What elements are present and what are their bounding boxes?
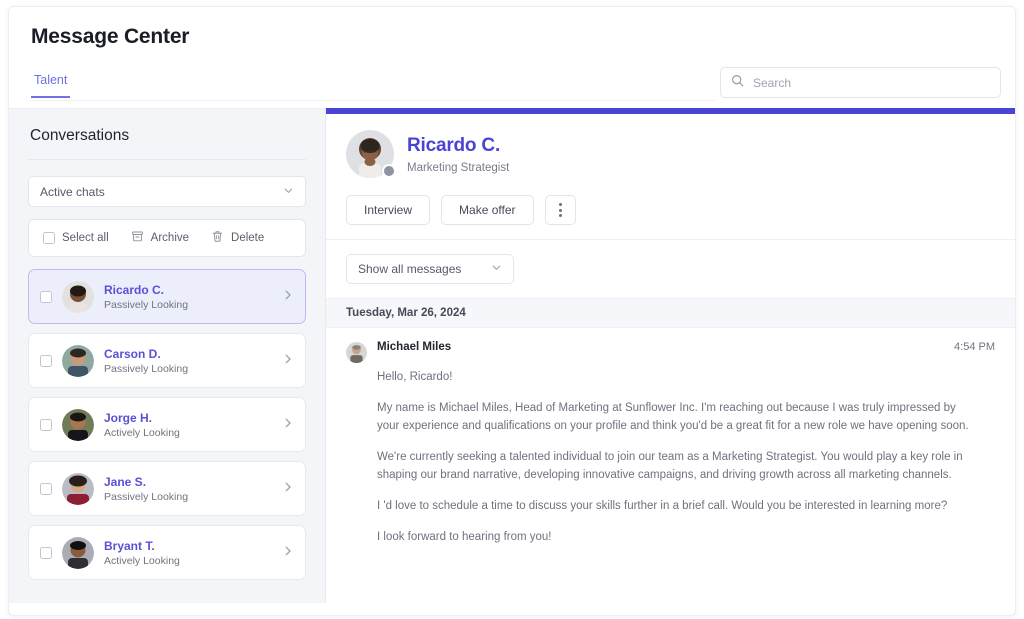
chevron-right-icon[interactable] <box>282 353 294 368</box>
conversation-name: Carson D. <box>104 347 272 361</box>
message-header: Michael Miles 4:54 PM <box>346 341 995 363</box>
trash-icon <box>211 230 224 246</box>
status-indicator-dot <box>382 164 396 178</box>
conversation-name: Jane S. <box>104 475 272 489</box>
conversation-checkbox[interactable] <box>40 355 52 367</box>
sender-avatar <box>346 342 367 363</box>
body-split: Conversations Active chats Select all <box>9 108 1015 603</box>
profile-row: Ricardo C. Marketing Strategist <box>346 130 995 178</box>
tabbar-row: Talent <box>9 63 1015 108</box>
more-options-button[interactable] <box>545 195 576 225</box>
conversation-list-item[interactable]: Ricardo C. Passively Looking <box>28 269 306 324</box>
conversation-checkbox[interactable] <box>40 291 52 303</box>
select-all-label: Select all <box>62 232 109 244</box>
select-all-control[interactable]: Select all <box>43 232 109 244</box>
interview-button[interactable]: Interview <box>346 195 430 225</box>
message-item: Michael Miles 4:54 PM Hello, Ricardo! My… <box>326 328 1015 546</box>
message-paragraphs: My name is Michael Miles, Head of Market… <box>377 399 995 546</box>
message-paragraph: We're currently seeking a talented indiv… <box>377 448 977 484</box>
select-all-checkbox[interactable] <box>43 232 55 244</box>
profile-info: Ricardo C. Marketing Strategist <box>407 135 509 174</box>
chevron-down-icon <box>491 262 502 276</box>
message-paragraph: I look forward to hearing from you! <box>377 528 977 546</box>
chevron-right-icon[interactable] <box>282 545 294 560</box>
conversation-status: Actively Looking <box>104 555 272 567</box>
conversation-name: Ricardo C. <box>104 283 272 297</box>
conversation-avatar <box>62 281 94 313</box>
make-offer-button[interactable]: Make offer <box>441 195 533 225</box>
conversation-text: Bryant T. Actively Looking <box>104 539 272 567</box>
list-action-bar: Select all Archive <box>28 219 306 257</box>
conversations-sidebar: Conversations Active chats Select all <box>9 108 326 603</box>
page-card: Message Center Talent Conversations Acti… <box>8 6 1016 616</box>
tabbar-divider <box>31 100 715 101</box>
conversation-text: Carson D. Passively Looking <box>104 347 272 375</box>
conversation-text: Jorge H. Actively Looking <box>104 411 272 439</box>
active-chats-label: Active chats <box>40 185 105 199</box>
conversation-list-item[interactable]: Jane S. Passively Looking <box>28 461 306 516</box>
date-divider: Tuesday, Mar 26, 2024 <box>326 298 1015 328</box>
conversation-list-item[interactable]: Bryant T. Actively Looking <box>28 525 306 580</box>
active-chats-select[interactable]: Active chats <box>28 176 306 207</box>
message-sender: Michael Miles <box>377 341 944 353</box>
archive-icon <box>131 230 144 246</box>
conversation-list-item[interactable]: Jorge H. Actively Looking <box>28 397 306 452</box>
profile-avatar <box>346 130 394 178</box>
conversation-avatar <box>62 409 94 441</box>
tab-list: Talent <box>31 71 70 98</box>
message-paragraph: My name is Michael Miles, Head of Market… <box>377 399 977 435</box>
profile-block: Ricardo C. Marketing Strategist Intervie… <box>326 114 1015 240</box>
more-vertical-icon <box>559 203 562 217</box>
conversation-panel: Ricardo C. Marketing Strategist Intervie… <box>326 108 1015 603</box>
archive-label: Archive <box>151 232 189 244</box>
conversation-text: Ricardo C. Passively Looking <box>104 283 272 311</box>
conversation-avatar <box>62 537 94 569</box>
delete-label: Delete <box>231 232 264 244</box>
conversation-status: Actively Looking <box>104 427 272 439</box>
message-filter-block: Show all messages <box>326 240 1015 298</box>
message-sender-block: Michael Miles <box>377 341 944 353</box>
conversation-list-item[interactable]: Carson D. Passively Looking <box>28 333 306 388</box>
conversation-avatar <box>62 345 94 377</box>
delete-button[interactable]: Delete <box>211 230 264 246</box>
conversation-status: Passively Looking <box>104 299 272 311</box>
conversation-text: Jane S. Passively Looking <box>104 475 272 503</box>
conversations-title: Conversations <box>28 109 306 160</box>
chevron-down-icon <box>283 183 294 201</box>
show-all-messages-label: Show all messages <box>358 262 461 276</box>
search-icon <box>731 74 744 92</box>
conversation-list: Ricardo C. Passively Looking Carson D. Pass… <box>28 269 306 580</box>
conversation-name: Bryant T. <box>104 539 272 553</box>
chevron-right-icon[interactable] <box>282 417 294 432</box>
message-body: Hello, Ricardo! My name is Michael Miles… <box>346 368 995 546</box>
conversation-status: Passively Looking <box>104 491 272 503</box>
message-time: 4:54 PM <box>954 341 995 353</box>
conversation-name: Jorge H. <box>104 411 272 425</box>
conversation-status: Passively Looking <box>104 363 272 375</box>
app-header: Message Center <box>9 7 1015 63</box>
show-all-messages-select[interactable]: Show all messages <box>346 254 514 284</box>
chevron-right-icon[interactable] <box>282 289 294 304</box>
conversation-checkbox[interactable] <box>40 547 52 559</box>
conversation-checkbox[interactable] <box>40 483 52 495</box>
profile-name[interactable]: Ricardo C. <box>407 135 509 157</box>
profile-action-buttons: Interview Make offer <box>346 195 995 225</box>
search-box[interactable] <box>720 67 1001 98</box>
tab-talent[interactable]: Talent <box>31 71 70 98</box>
search-input[interactable] <box>753 76 990 90</box>
profile-role: Marketing Strategist <box>407 162 509 174</box>
message-paragraph: I 'd love to schedule a time to discuss … <box>377 497 977 515</box>
conversation-avatar <box>62 473 94 505</box>
archive-button[interactable]: Archive <box>131 230 189 246</box>
message-greeting: Hello, Ricardo! <box>377 368 977 386</box>
conversation-checkbox[interactable] <box>40 419 52 431</box>
chevron-right-icon[interactable] <box>282 481 294 496</box>
page-title: Message Center <box>31 25 1015 49</box>
